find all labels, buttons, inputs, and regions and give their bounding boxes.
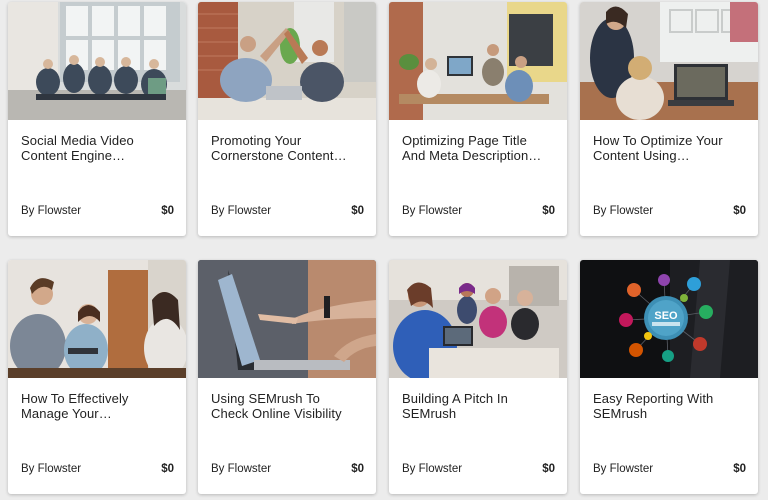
course-author: By Flowster xyxy=(402,463,463,475)
course-title-line: Content Using… xyxy=(593,148,690,163)
course-title[interactable]: How To Optimize Your Content Using… xyxy=(593,133,748,163)
course-author: By Flowster xyxy=(593,463,654,475)
course-thumbnail[interactable]: SEO xyxy=(580,260,758,378)
course-price: $0 xyxy=(542,463,555,475)
course-author: By Flowster xyxy=(211,205,272,217)
course-thumbnail[interactable] xyxy=(8,260,186,378)
course-title-line: Check Online Visibility xyxy=(211,406,342,421)
course-title-line: Content Engine… xyxy=(21,148,126,163)
course-card[interactable]: Using SEMrush To Check Online Visibility… xyxy=(198,260,376,494)
course-author: By Flowster xyxy=(593,205,654,217)
course-author: By Flowster xyxy=(21,463,82,475)
course-card[interactable]: How To Effectively Manage Your… By Flows… xyxy=(8,260,186,494)
course-price: $0 xyxy=(161,205,174,217)
course-card[interactable]: SEO Easy Reporting With SEMrush By Flows… xyxy=(580,260,758,494)
course-price: $0 xyxy=(733,463,746,475)
course-price: $0 xyxy=(733,205,746,217)
course-price: $0 xyxy=(161,463,174,475)
course-title-line: Building A Pitch In xyxy=(402,391,508,406)
course-price: $0 xyxy=(351,463,364,475)
course-price: $0 xyxy=(351,205,364,217)
course-thumbnail[interactable] xyxy=(389,2,567,120)
course-grid: Social Media Video Content Engine… By Fl… xyxy=(0,0,768,500)
course-title-line: And Meta Description… xyxy=(402,148,542,163)
course-title-line: Social Media Video xyxy=(21,133,134,148)
seo-label: SEO xyxy=(654,310,678,322)
course-title-line: Promoting Your xyxy=(211,133,302,148)
course-title[interactable]: How To Effectively Manage Your… xyxy=(21,391,176,421)
course-title-line: SEMrush xyxy=(593,406,648,421)
course-title-line: Optimizing Page Title xyxy=(402,133,527,148)
course-card[interactable]: Optimizing Page Title And Meta Descripti… xyxy=(389,2,567,236)
course-thumbnail[interactable] xyxy=(198,2,376,120)
course-author: By Flowster xyxy=(211,463,272,475)
course-author: By Flowster xyxy=(402,205,463,217)
course-title-line: Cornerstone Content… xyxy=(211,148,347,163)
course-title-line: How To Optimize Your xyxy=(593,133,723,148)
course-title-line: Manage Your… xyxy=(21,406,112,421)
course-title[interactable]: Optimizing Page Title And Meta Descripti… xyxy=(402,133,557,163)
course-thumbnail[interactable] xyxy=(580,2,758,120)
course-title[interactable]: Social Media Video Content Engine… xyxy=(21,133,176,163)
course-title-line: How To Effectively xyxy=(21,391,129,406)
course-title[interactable]: Easy Reporting With SEMrush xyxy=(593,391,748,421)
course-card[interactable]: Building A Pitch In SEMrush By Flowster … xyxy=(389,260,567,494)
course-title[interactable]: Building A Pitch In SEMrush xyxy=(402,391,557,421)
course-title[interactable]: Promoting Your Cornerstone Content… xyxy=(211,133,366,163)
course-thumbnail[interactable] xyxy=(389,260,567,378)
course-card[interactable]: How To Optimize Your Content Using… By F… xyxy=(580,2,758,236)
course-thumbnail[interactable] xyxy=(198,260,376,378)
course-thumbnail[interactable] xyxy=(8,2,186,120)
course-card[interactable]: Social Media Video Content Engine… By Fl… xyxy=(8,2,186,236)
course-title[interactable]: Using SEMrush To Check Online Visibility xyxy=(211,391,366,421)
course-title-line: Easy Reporting With xyxy=(593,391,714,406)
course-price: $0 xyxy=(542,205,555,217)
course-card[interactable]: Promoting Your Cornerstone Content… By F… xyxy=(198,2,376,236)
course-author: By Flowster xyxy=(21,205,82,217)
course-title-line: SEMrush xyxy=(402,406,457,421)
course-title-line: Using SEMrush To xyxy=(211,391,321,406)
